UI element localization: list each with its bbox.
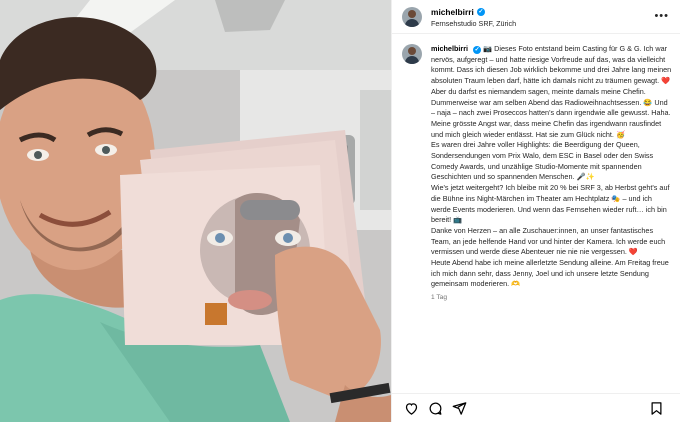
- post-timestamp[interactable]: 1 Tag: [431, 293, 672, 304]
- bookmark-icon: [651, 401, 661, 415]
- author-username[interactable]: michelbirri: [431, 7, 474, 18]
- author-username-row: michelbirri ✓: [431, 7, 485, 18]
- post-side-panel: michelbirri ✓ Fernsehstudio SRF, Zürich …: [391, 0, 680, 422]
- verified-badge-icon: ✓: [476, 8, 485, 16]
- caption-paragraph: Danke von Herzen – an alle Zuschauer:inn…: [431, 225, 666, 257]
- comment-icon: [429, 402, 441, 415]
- selfie-with-postcard-image: [0, 0, 391, 422]
- post-actions-bar: [392, 393, 680, 422]
- caption-paragraph: Heute Abend habe ich meine allerletzte S…: [431, 258, 669, 289]
- caption-username[interactable]: michelbirri: [431, 44, 468, 53]
- post-photo[interactable]: [0, 0, 391, 422]
- author-info: michelbirri ✓ Fernsehstudio SRF, Zürich: [431, 5, 516, 29]
- comment-button[interactable]: [426, 399, 444, 417]
- share-button[interactable]: [450, 399, 468, 417]
- caption-paragraph: Es waren drei Jahre voller Highlights: d…: [431, 140, 654, 182]
- more-options-icon[interactable]: •••: [654, 11, 669, 22]
- author-avatar[interactable]: [402, 6, 422, 27]
- instagram-post: michelbirri ✓ Fernsehstudio SRF, Zürich …: [0, 0, 680, 422]
- post-header: michelbirri ✓ Fernsehstudio SRF, Zürich …: [392, 0, 680, 34]
- heart-icon: [405, 402, 417, 415]
- save-button[interactable]: [647, 399, 665, 417]
- caption-verified-badge-icon: ✓: [473, 46, 482, 54]
- caption-paragraph: Aber du darfst es niemandem sagen, meint…: [431, 86, 671, 139]
- post-location[interactable]: Fernsehstudio SRF, Zürich: [431, 18, 516, 29]
- like-button[interactable]: [402, 399, 420, 417]
- post-caption: michelbirri ✓ 📷 Dieses Foto entstand bei…: [402, 44, 672, 364]
- caption-avatar[interactable]: [402, 44, 422, 64]
- caption-body: michelbirri ✓ 📷 Dieses Foto entstand bei…: [431, 44, 672, 364]
- share-icon: [452, 401, 466, 415]
- caption-text: 📷 Dieses Foto entstand beim Casting für …: [431, 44, 672, 86]
- caption-paragraph: michelbirri ✓ 📷 Dieses Foto entstand bei…: [431, 44, 672, 87]
- caption-paragraph: Wie's jetzt weitergeht? Ich bleibe mit 2…: [431, 183, 670, 225]
